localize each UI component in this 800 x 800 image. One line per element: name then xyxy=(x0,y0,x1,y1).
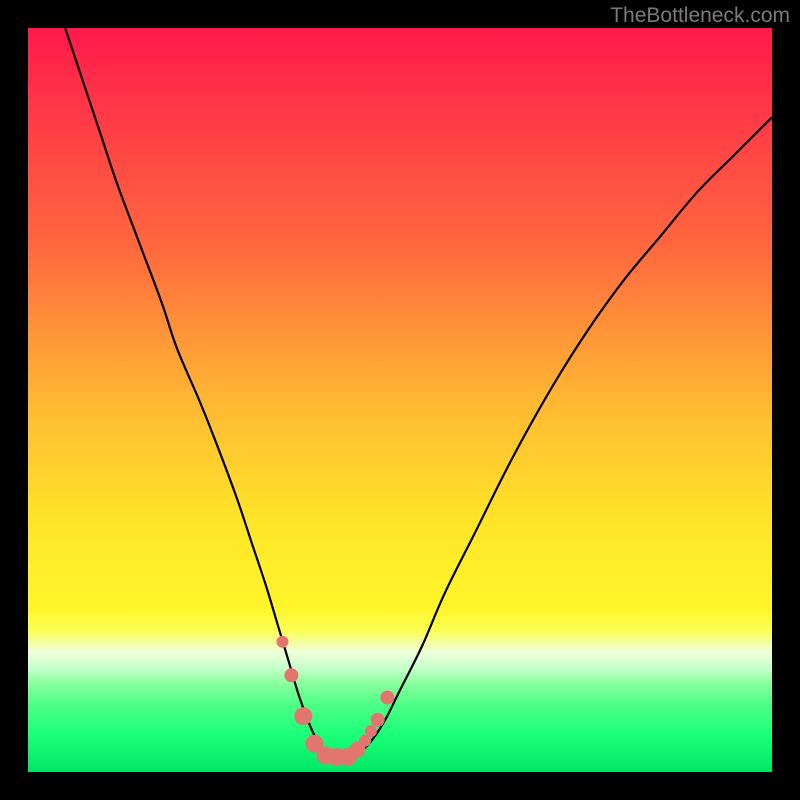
watermark-text: TheBottleneck.com xyxy=(610,4,790,28)
outer-frame: TheBottleneck.com xyxy=(0,0,800,800)
highlight-marker xyxy=(365,725,377,737)
highlight-marker xyxy=(371,713,385,727)
highlight-marker xyxy=(284,668,298,682)
gradient-background xyxy=(28,28,772,772)
plot-area xyxy=(28,28,772,772)
highlight-marker xyxy=(380,691,394,705)
highlight-marker xyxy=(294,707,312,725)
chart-svg xyxy=(28,28,772,772)
highlight-marker xyxy=(276,636,288,648)
